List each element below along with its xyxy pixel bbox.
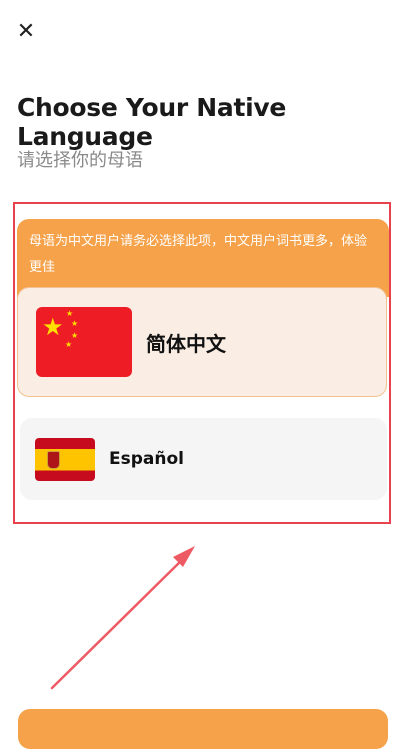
language-option-spanish[interactable]: Español <box>20 418 387 500</box>
china-flag-icon: ★ ★ ★ ★ ★ <box>36 307 132 377</box>
notice-banner: 母语为中文用户请务必选择此项，中文用户词书更多，体验更佳 <box>17 219 389 297</box>
close-icon[interactable]: ✕ <box>14 20 38 44</box>
page-title: Choose Your Native Language <box>17 93 287 151</box>
spain-flag-icon <box>35 438 95 481</box>
notice-text: 母语为中文用户请务必选择此项，中文用户词书更多，体验更佳 <box>29 234 368 275</box>
language-option-chinese[interactable]: ★ ★ ★ ★ ★ 简体中文 <box>17 287 387 397</box>
confirm-button[interactable] <box>18 709 388 749</box>
language-label-chinese: 简体中文 <box>146 332 226 356</box>
language-label-spanish: Español <box>109 449 184 469</box>
page-subtitle: 请选择你的母语 <box>17 150 143 171</box>
